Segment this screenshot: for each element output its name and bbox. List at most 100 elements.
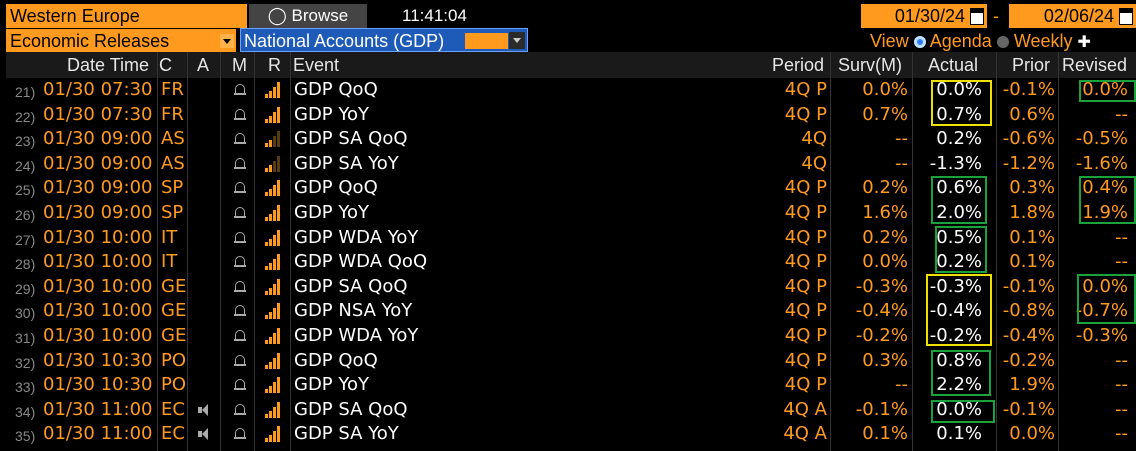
row-prior: -0.2%	[1002, 349, 1055, 371]
row-date-time: 01/30 10:00	[43, 325, 153, 346]
row-date-time: 01/30 10:00	[43, 275, 153, 297]
bell-icon[interactable]	[234, 108, 246, 121]
col-event[interactable]: Event	[293, 53, 339, 77]
row-country: SP	[161, 177, 184, 199]
speaker-icon[interactable]	[198, 428, 212, 441]
table-row[interactable]: 23) 01/30 09:00 AS GDP SA QoQ 4Q -- 0.2% -0.6% -…	[6, 127, 1136, 152]
relevance-bars-icon	[265, 401, 281, 418]
agenda-label[interactable]: Agenda	[930, 31, 992, 51]
row-prior: 0.0%	[1009, 423, 1055, 445]
bell-icon[interactable]	[234, 256, 246, 268]
bell-icon[interactable]	[234, 182, 246, 194]
row-country: EC	[161, 398, 185, 420]
row-number: 34)	[15, 403, 36, 420]
row-prior: -0.1%	[1002, 275, 1055, 297]
row-event: GDP WDA QoQ	[294, 251, 428, 273]
input-highlight	[465, 33, 508, 49]
row-survey: 1.6%	[862, 202, 908, 223]
row-country: EC	[161, 423, 185, 445]
start-date-input[interactable]: 01/30/24	[861, 4, 987, 28]
row-survey: 0.3%	[862, 349, 908, 371]
subcategory-dropdown[interactable]: National Accounts (GDP)	[240, 28, 528, 52]
row-survey: 0.2%	[862, 226, 908, 248]
table-row[interactable]: 24) 01/30 09:00 AS GDP SA YoY 4Q -- -1.3% -1.2%…	[6, 152, 1136, 177]
region-value: Western Europe	[10, 6, 140, 26]
relevance-bars-icon	[265, 254, 281, 271]
table-row[interactable]: 35) 01/30 11:00 EC GDP SA YoY 4Q A 0.1% 0.1% 0.…	[6, 422, 1136, 447]
row-event: GDP WDA YoY	[294, 226, 419, 248]
bell-icon[interactable]	[234, 330, 246, 342]
row-date-time: 01/30 10:00	[43, 226, 153, 248]
row-prior: -1.2%	[1002, 152, 1055, 174]
col-date-time[interactable]: Date Time	[67, 53, 149, 77]
row-period: 4Q P	[784, 349, 827, 371]
calendar-icon[interactable]	[970, 8, 984, 25]
row-event: GDP SA YoY	[294, 423, 399, 445]
row-prior: 0.1%	[1009, 226, 1055, 248]
col-prior[interactable]: Prior	[1012, 53, 1050, 77]
row-period: 4Q P	[784, 103, 827, 125]
bell-icon[interactable]	[234, 133, 246, 145]
bell-icon[interactable]	[234, 280, 246, 293]
row-event: GDP YoY	[294, 374, 369, 396]
row-period: 4Q	[801, 152, 827, 174]
row-number: 21)	[15, 84, 36, 100]
col-survey[interactable]: Surv(M)	[838, 53, 902, 77]
browse-button[interactable]: ◯ Browse	[249, 4, 367, 28]
bell-icon[interactable]	[234, 207, 246, 219]
highlight-box-green	[931, 400, 995, 423]
bell-icon[interactable]	[234, 84, 246, 96]
lock-icon: ◯	[267, 6, 287, 25]
row-number: 31)	[15, 330, 36, 346]
bell-icon[interactable]	[234, 157, 246, 170]
col-revised[interactable]: Revised	[1062, 53, 1127, 77]
col-r[interactable]: R	[268, 53, 281, 77]
row-survey: 0.2%	[862, 177, 908, 199]
clock: 11:41:04	[402, 6, 467, 25]
col-country[interactable]: C	[159, 53, 172, 77]
chevron-down-icon[interactable]	[220, 34, 234, 48]
bell-icon[interactable]	[234, 354, 246, 367]
zoom-search-icon[interactable]: ✚	[1078, 34, 1091, 51]
row-prior: -0.1%	[1002, 79, 1055, 100]
start-date-value: 01/30/24	[894, 6, 965, 26]
col-a[interactable]: A	[197, 53, 209, 77]
row-event: GDP YoY	[294, 103, 369, 125]
weekly-radio[interactable]	[996, 36, 1009, 48]
row-survey: -0.2%	[855, 325, 908, 346]
col-period[interactable]: Period	[772, 53, 824, 77]
bell-icon[interactable]	[234, 231, 246, 244]
calendar-icon[interactable]	[1119, 8, 1133, 25]
col-m[interactable]: M	[232, 53, 247, 77]
highlight-box-green	[1079, 176, 1136, 224]
row-period: 4Q P	[784, 202, 827, 223]
row-event: GDP QoQ	[294, 177, 378, 199]
bell-icon[interactable]	[234, 428, 246, 440]
row-period: 4Q P	[784, 300, 827, 322]
row-period: 4Q P	[784, 251, 827, 273]
bell-icon[interactable]	[234, 403, 246, 416]
relevance-bars-icon	[265, 131, 281, 148]
bell-icon[interactable]	[234, 379, 246, 391]
row-revised: -0.5%	[1075, 128, 1128, 150]
highlight-box-green	[935, 226, 987, 273]
region-field[interactable]: Western Europe	[6, 4, 247, 28]
col-actual[interactable]: Actual	[928, 53, 978, 77]
row-event: GDP QoQ	[294, 349, 378, 371]
bell-icon[interactable]	[234, 305, 246, 317]
row-date-time: 01/30 10:00	[43, 251, 153, 273]
chevron-down-icon[interactable]	[509, 32, 525, 49]
row-country: GE	[161, 275, 187, 297]
row-prior: 0.1%	[1009, 251, 1055, 273]
speaker-icon[interactable]	[198, 403, 212, 416]
row-country: AS	[161, 152, 185, 174]
row-period: 4Q	[801, 128, 827, 150]
end-date-input[interactable]: 02/06/24	[1009, 4, 1136, 28]
category-dropdown[interactable]: Economic Releases	[6, 29, 236, 52]
weekly-label[interactable]: Weekly	[1014, 31, 1073, 51]
row-survey: --	[895, 152, 908, 174]
highlight-box-yellow	[926, 274, 992, 346]
agenda-radio[interactable]	[913, 36, 926, 48]
relevance-bars-icon	[265, 426, 281, 443]
row-prior: 0.6%	[1009, 103, 1055, 125]
